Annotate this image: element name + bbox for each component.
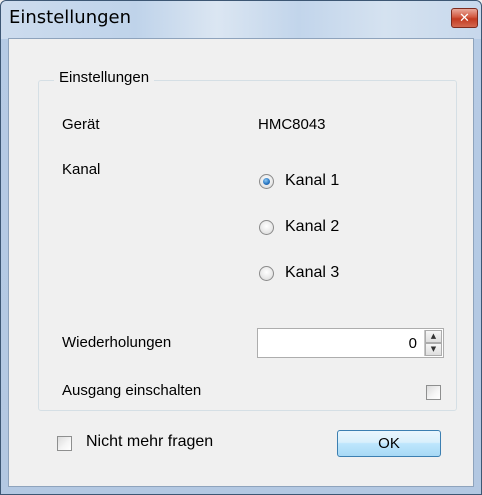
radio-label-kanal-1[interactable]: Kanal 1 <box>285 172 339 190</box>
arrow-up-icon: ▲ <box>430 332 437 340</box>
arrow-down-icon: ▼ <box>430 345 437 353</box>
spin-down-button[interactable]: ▼ <box>425 343 442 356</box>
repetitions-label: Wiederholungen <box>62 334 172 351</box>
dont-ask-checkbox[interactable] <box>57 436 72 451</box>
output-checkbox[interactable] <box>426 385 441 400</box>
ok-button[interactable]: OK <box>337 430 441 457</box>
repetitions-value[interactable]: 0 <box>409 335 417 352</box>
spin-up-button[interactable]: ▲ <box>425 330 442 343</box>
radio-kanal-3[interactable] <box>259 266 274 281</box>
groupbox-legend: Einstellungen <box>54 69 155 86</box>
settings-groupbox <box>38 80 457 411</box>
device-value: HMC8043 <box>258 116 326 133</box>
close-icon: ✕ <box>459 11 470 26</box>
radio-label-kanal-3[interactable]: Kanal 3 <box>285 264 339 282</box>
spin-arrows: ▲ ▼ <box>424 330 442 356</box>
close-button[interactable]: ✕ <box>451 8 478 28</box>
device-label: Gerät <box>62 116 100 133</box>
repetitions-spinbox[interactable]: 0 ▲ ▼ <box>257 328 444 358</box>
output-label: Ausgang einschalten <box>62 382 202 399</box>
channel-label: Kanal <box>62 161 101 178</box>
dont-ask-label[interactable]: Nicht mehr fragen <box>86 433 213 451</box>
radio-label-kanal-2[interactable]: Kanal 2 <box>285 218 339 236</box>
title-bar[interactable]: Einstellungen ✕ <box>1 1 481 39</box>
radio-kanal-2[interactable] <box>259 220 274 235</box>
window-title: Einstellungen <box>9 7 132 28</box>
radio-kanal-1[interactable] <box>259 174 274 189</box>
